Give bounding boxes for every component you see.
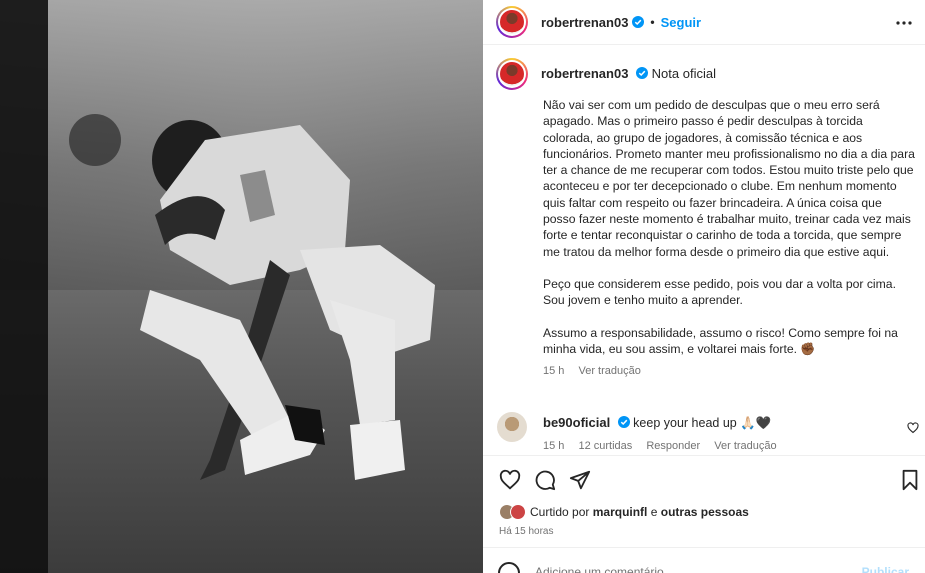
comment-text: keep your head up 🙏🏻🖤 — [633, 416, 772, 430]
caption-title: Nota oficial — [651, 66, 716, 81]
liked-by-others[interactable]: outras pessoas — [661, 505, 749, 519]
author-username[interactable]: robertrenan03 — [541, 15, 628, 30]
caption-paragraph: Peço que considerem esse pedido, pois vo… — [543, 276, 896, 308]
author-avatar[interactable] — [496, 6, 528, 38]
caption-title-line: robertrenan03 Nota oficial — [541, 66, 716, 81]
caption-meta: 15 h Ver tradução — [543, 365, 925, 377]
follow-button[interactable]: Seguir — [661, 15, 701, 30]
comment-item: be90oficial keep your head up 🙏🏻🖤 15 h 1… — [483, 412, 925, 452]
comment-reply-button[interactable]: Responder — [646, 440, 700, 452]
caption-time[interactable]: 15 h — [543, 365, 564, 377]
comment-like-icon[interactable] — [907, 422, 919, 434]
post-header: robertrenan03 • Seguir — [483, 0, 925, 45]
add-comment-bar: Adicione um comentário... Publicar — [483, 547, 925, 573]
post-side-panel: robertrenan03 • Seguir robertrenan03 Not… — [483, 0, 925, 573]
caption: robertrenan03 Nota oficial Não vai ser c… — [483, 58, 925, 377]
post-timestamp[interactable]: Há 15 horas — [499, 526, 553, 537]
more-options-icon[interactable] — [895, 15, 913, 31]
crouching-player-figure — [69, 114, 435, 480]
commenter-avatar[interactable] — [497, 412, 527, 442]
comment-translate-link[interactable]: Ver tradução — [714, 440, 776, 452]
caption-avatar[interactable] — [496, 58, 528, 90]
verified-icon — [617, 416, 630, 428]
post-photo[interactable] — [0, 0, 483, 573]
comment-time[interactable]: 15 h — [543, 440, 564, 452]
verified-icon — [632, 16, 645, 28]
instagram-post: robertrenan03 • Seguir robertrenan03 Not… — [0, 0, 925, 573]
caption-paragraph: Assumo a responsabilidade, assumo o risc… — [543, 325, 898, 356]
caption-translate-link[interactable]: Ver tradução — [578, 365, 640, 377]
share-icon[interactable] — [569, 469, 591, 491]
emoji-icon[interactable] — [498, 562, 520, 573]
caption-username[interactable]: robertrenan03 — [541, 66, 628, 81]
liked-by-user[interactable]: marquinfl — [593, 505, 648, 519]
verified-icon — [636, 67, 649, 79]
commenter-username[interactable]: be90oficial — [543, 415, 610, 430]
comment-likes[interactable]: 12 curtidas — [578, 440, 632, 452]
caption-paragraph: Não vai ser com um pedido de desculpas q… — [543, 98, 915, 259]
save-icon[interactable] — [899, 469, 921, 491]
header-separator: • — [650, 15, 655, 29]
comment-icon[interactable] — [534, 469, 556, 491]
caption-text: Não vai ser com um pedido de desculpas q… — [543, 97, 915, 357]
caption-header: robertrenan03 Nota oficial — [483, 58, 925, 90]
comment-body: be90oficial keep your head up 🙏🏻🖤 15 h 1… — [543, 415, 788, 452]
liked-by-text: Curtido por marquinfl e outras pessoas — [530, 505, 749, 519]
heart-icon[interactable] — [499, 469, 521, 491]
action-bar — [483, 455, 925, 503]
liked-by: Curtido por marquinfl e outras pessoas — [499, 504, 749, 520]
comment-meta: 15 h 12 curtidas Responder Ver tradução — [543, 440, 788, 452]
liker-avatar[interactable] — [510, 504, 526, 520]
comment-input[interactable]: Adicione um comentário... — [535, 565, 674, 573]
liked-by-prefix: Curtido por — [530, 505, 590, 519]
liked-by-connector: e — [650, 505, 658, 519]
publish-button[interactable]: Publicar — [862, 565, 909, 573]
